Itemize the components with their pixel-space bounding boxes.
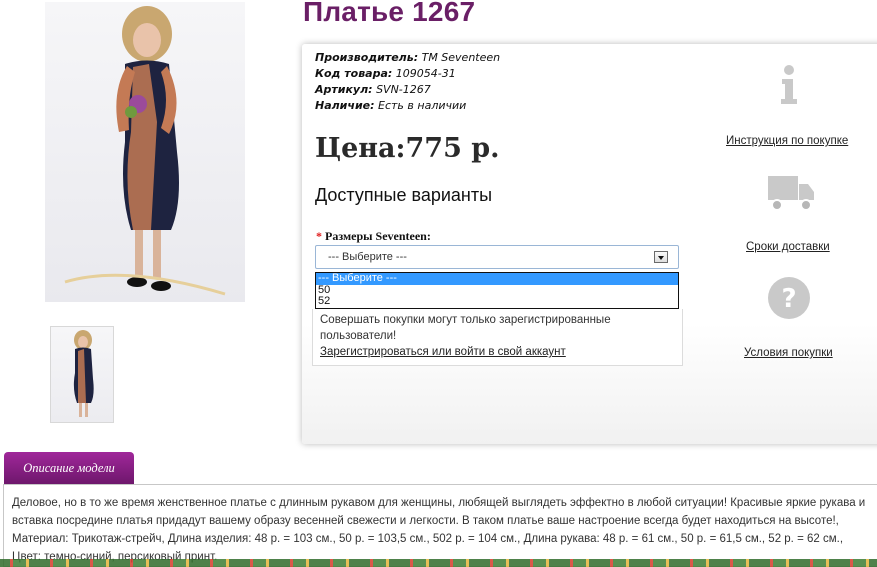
product-main-photo[interactable]	[45, 2, 245, 302]
delivery-time-link[interactable]: Сроки доставки	[746, 241, 830, 253]
model-description: Деловое, но в то же время женственное пл…	[3, 484, 877, 567]
variants-heading: Доступные варианты	[315, 185, 493, 205]
login-notice: Совершать покупки могут только зарегистр…	[312, 309, 683, 366]
product-thumbnail[interactable]	[50, 326, 114, 423]
article-value: SVN-1267	[376, 83, 431, 96]
availability-label: Наличие:	[315, 99, 375, 112]
size-label: * Размеры Seventeen:	[316, 229, 431, 244]
product-meta: Производитель: ТМ Seventeen Код товара: …	[315, 50, 500, 114]
size-option[interactable]: 50	[316, 284, 678, 297]
code-value: 109054-31	[395, 67, 456, 80]
size-option[interactable]: --- Выберите ---	[316, 272, 678, 285]
svg-text:?: ?	[781, 284, 796, 314]
decorative-garland	[0, 559, 877, 567]
required-mark: *	[316, 229, 322, 243]
article-label: Артикул:	[315, 83, 373, 96]
info-icon[interactable]	[776, 64, 802, 110]
size-select[interactable]: --- Выберите ---	[315, 245, 679, 269]
availability-value: Есть в наличии	[378, 99, 467, 112]
question-icon[interactable]: ?	[767, 276, 811, 324]
manufacturer-value: ТМ Seventeen	[421, 51, 501, 64]
register-login-link[interactable]: Зарегистрироваться или войти в свой акка…	[320, 344, 675, 360]
size-label-text: Размеры Seventeen:	[325, 229, 431, 243]
size-select-value: --- Выберите ---	[328, 251, 407, 263]
manufacturer-label: Производитель:	[315, 51, 419, 64]
delivery-truck-icon[interactable]	[766, 172, 816, 218]
page-title: Платье 1267	[303, 0, 476, 27]
size-dropdown-list[interactable]: --- Выберите --- 50 52	[315, 272, 679, 309]
login-notice-text: Совершать покупки могут только зарегистр…	[320, 314, 611, 342]
size-option[interactable]: 52	[316, 295, 678, 308]
code-label: Код товара:	[315, 67, 393, 80]
tab-model-description[interactable]: Описание модели	[4, 452, 134, 484]
purchase-instructions-link[interactable]: Инструкция по покупке	[726, 135, 848, 147]
product-price: Цена:775 р.	[315, 133, 500, 164]
chevron-down-icon[interactable]	[654, 251, 668, 263]
purchase-terms-link[interactable]: Условия покупки	[744, 347, 833, 359]
